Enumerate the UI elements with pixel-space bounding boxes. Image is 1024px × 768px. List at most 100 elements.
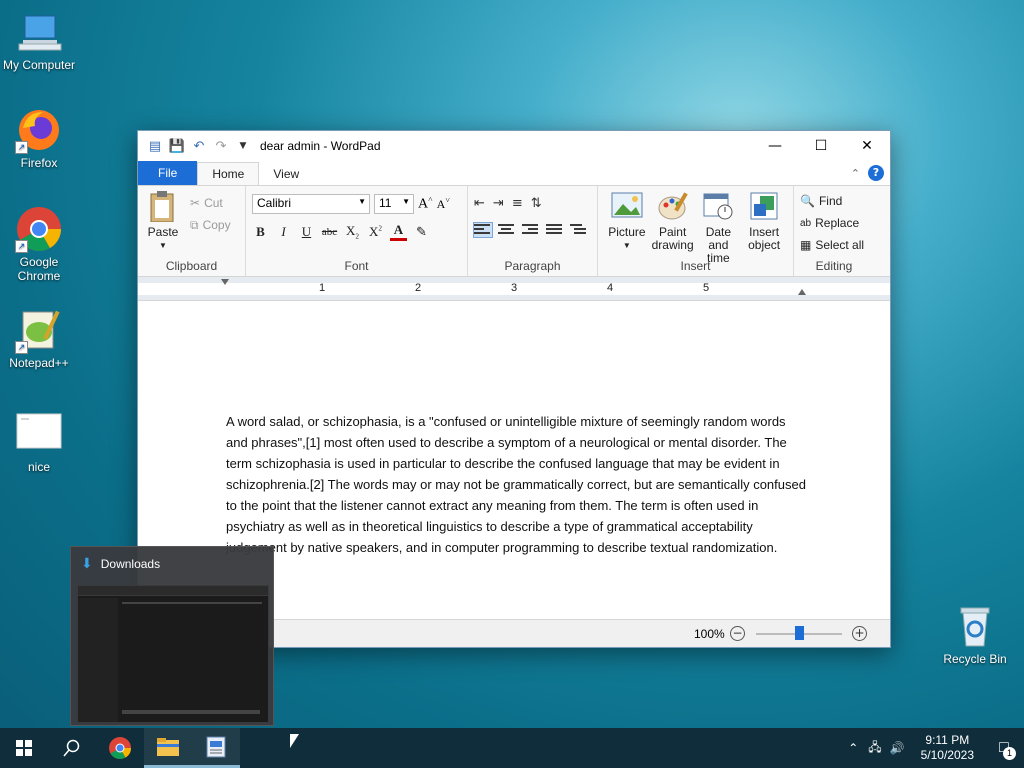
insert-object-button[interactable]: Insert object <box>741 190 787 265</box>
maximize-button[interactable]: ☐ <box>798 131 844 161</box>
tab-file[interactable]: File <box>138 161 198 185</box>
editing-group-label: Editing <box>815 259 853 273</box>
paint-drawing-button[interactable]: Paint drawing <box>650 190 696 265</box>
select-all-button[interactable]: ▦ Select all <box>800 234 868 256</box>
start-button[interactable] <box>0 728 48 768</box>
binoculars-icon: 🔍 <box>800 194 815 208</box>
help-icon[interactable]: ? <box>868 165 884 181</box>
right-indent-marker[interactable] <box>798 289 806 295</box>
cut-button[interactable]: ✂ Cut <box>190 192 231 214</box>
paragraph-settings-icon[interactable] <box>570 223 588 237</box>
collapse-ribbon-icon[interactable]: ⌃ <box>851 167 860 180</box>
show-hidden-icons-icon[interactable]: ⌃ <box>848 741 858 755</box>
ruler-number: 2 <box>415 282 422 294</box>
desktop-icon-notepadpp[interactable]: ↗ Notepad++ <box>0 306 78 370</box>
windows-logo-icon <box>16 740 32 756</box>
customize-qat-icon[interactable]: ▼ <box>234 137 252 155</box>
undo-icon[interactable]: ↶ <box>190 137 208 155</box>
desktop-icon-nice[interactable]: nice <box>0 410 78 474</box>
line-spacing-icon[interactable]: ⇅ <box>531 196 542 211</box>
wordpad-app-icon[interactable]: ▤ <box>146 137 164 155</box>
tab-view[interactable]: View <box>259 163 313 185</box>
notification-count-badge: 1 <box>1003 747 1016 760</box>
window-title: dear admin - WordPad <box>260 139 381 153</box>
ribbon: Paste ▼ ✂ Cut ⧉ Copy Clipboard Calibri ▼ 11… <box>138 185 890 277</box>
zoom-slider-thumb[interactable] <box>795 626 804 640</box>
redo-icon[interactable]: ↷ <box>212 137 230 155</box>
insert-object-label: Insert object <box>748 225 781 252</box>
font-color-icon[interactable]: A <box>390 222 407 241</box>
ruler[interactable]: 1 2 3 4 5 <box>138 277 890 301</box>
desktop-icon-firefox[interactable]: ↗ Firefox <box>0 106 78 170</box>
desktop-icon-label: Recycle Bin <box>943 652 1007 666</box>
notepadpp-icon: ↗ <box>15 306 63 354</box>
align-left-icon[interactable] <box>473 222 493 238</box>
date-time-button[interactable]: Date and time <box>696 190 742 265</box>
minimize-button[interactable]: — <box>752 131 798 161</box>
font-size-value: 11 <box>379 196 392 210</box>
quick-access-toolbar: ▤ 💾 ↶ ↷ ▼ <box>138 137 252 155</box>
downloads-preview[interactable]: ⬇ Downloads <box>70 546 274 726</box>
desktop-icon-my-computer[interactable]: My Computer <box>0 8 78 72</box>
find-button[interactable]: 🔍 Find <box>800 190 868 212</box>
clipboard-group-label: Clipboard <box>165 259 218 273</box>
zoom-out-button[interactable]: − <box>730 626 745 641</box>
taskbar-wordpad[interactable] <box>192 728 240 768</box>
font-group-label: Font <box>344 259 369 273</box>
font-size-select[interactable]: 11 ▼ <box>374 194 414 214</box>
desktop-icon-recycle-bin[interactable]: Recycle Bin <box>936 602 1014 666</box>
select-all-icon: ▦ <box>800 238 812 252</box>
chevron-down-icon: ▼ <box>402 197 410 206</box>
document-paragraph: A word salad, or schizophasia, is a "con… <box>226 414 806 555</box>
zoom-level: 100% <box>694 627 725 641</box>
zoom-in-button[interactable]: + <box>852 626 867 641</box>
align-center-icon[interactable] <box>498 223 516 237</box>
strikethrough-icon[interactable]: abc <box>321 226 338 238</box>
insert-object-icon <box>750 192 778 220</box>
shortcut-arrow-icon: ↗ <box>15 240 28 253</box>
highlight-icon[interactable]: ✎ <box>413 224 430 240</box>
superscript-icon[interactable]: X2 <box>367 224 384 240</box>
taskbar-chrome[interactable] <box>96 728 144 768</box>
close-button[interactable]: ✕ <box>844 131 890 161</box>
chrome-icon <box>109 737 131 759</box>
tab-home[interactable]: Home <box>197 162 260 185</box>
taskbar: ⌃ 🖧 🔊 9:11 PM 5/10/2023 □ 1 <box>0 728 1024 768</box>
picture-label: Picture <box>608 225 646 239</box>
underline-icon[interactable]: U <box>298 224 315 240</box>
notification-center-button[interactable]: □ 1 <box>984 728 1024 768</box>
justify-icon[interactable] <box>546 223 564 237</box>
paste-button[interactable]: Paste ▼ <box>144 190 182 252</box>
taskbar-file-explorer[interactable] <box>144 728 192 768</box>
desktop-icon-chrome[interactable]: ↗ Google Chrome <box>0 205 78 283</box>
paragraph-group-label: Paragraph <box>504 259 561 273</box>
ruler-number: 3 <box>511 282 518 294</box>
decrease-indent-icon[interactable]: ⇤ <box>474 196 485 211</box>
search-button[interactable] <box>48 728 96 768</box>
italic-icon[interactable]: I <box>275 224 292 240</box>
clock[interactable]: 9:11 PM 5/10/2023 <box>921 733 974 763</box>
copy-icon: ⧉ <box>190 217 199 232</box>
bullet-list-icon[interactable]: ≡ <box>512 196 523 211</box>
ruler-number: 4 <box>607 282 614 294</box>
mouse-cursor-icon <box>290 734 299 748</box>
font-family-select[interactable]: Calibri ▼ <box>252 194 370 214</box>
increase-indent-icon[interactable]: ⇥ <box>493 196 504 211</box>
shrink-font-icon[interactable]: A˅ <box>437 196 450 212</box>
preview-title-bar: ⬇ Downloads <box>71 547 273 572</box>
copy-button[interactable]: ⧉ Copy <box>190 214 231 236</box>
save-icon[interactable]: 💾 <box>168 137 186 155</box>
ribbon-tabs: File Home View ⌃ ? <box>138 161 890 185</box>
left-indent-marker[interactable] <box>221 279 229 299</box>
subscript-icon[interactable]: X2 <box>344 223 361 241</box>
network-icon[interactable]: 🖧 <box>868 738 881 759</box>
paragraph-group: ⇤ ⇥ ≡ ⇅ Paragraph <box>468 186 598 276</box>
align-right-icon[interactable] <box>522 223 540 237</box>
bold-icon[interactable]: B <box>252 224 269 240</box>
desktop-icon-label: Notepad++ <box>9 356 69 370</box>
scissors-icon: ✂ <box>190 196 201 210</box>
picture-button[interactable]: Picture ▼ <box>604 190 650 265</box>
grow-font-icon[interactable]: A˄ <box>418 195 433 213</box>
volume-icon[interactable]: 🔊 <box>890 741 905 755</box>
replace-button[interactable]: ab Replace <box>800 212 868 234</box>
